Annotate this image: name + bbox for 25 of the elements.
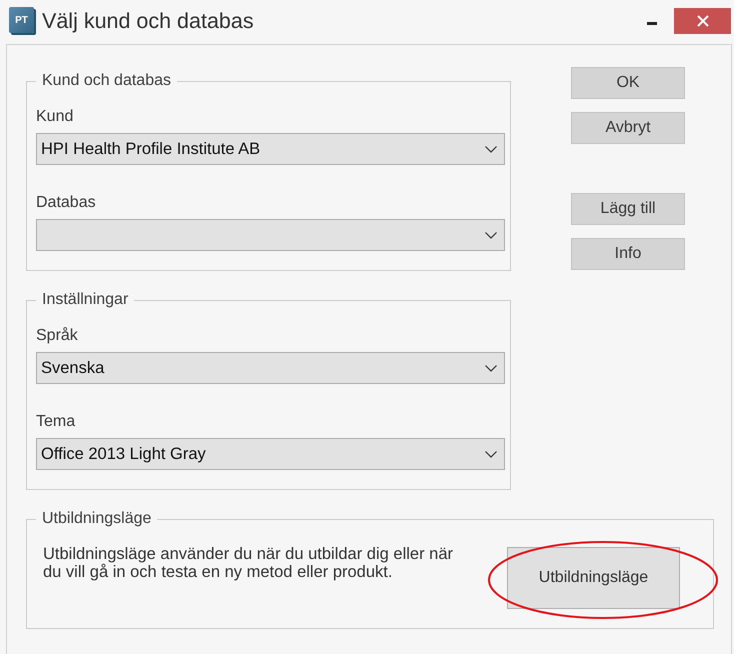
dialog-button[interactable]: Lägg till [571,193,685,225]
chevron-down-icon [485,450,497,458]
dropdown[interactable]: Office 2013 Light Gray [36,438,505,470]
dialog-button[interactable]: Avbryt [571,112,685,144]
chevron-down-icon [485,146,497,152]
app-icon: PT [9,7,34,33]
group-title: Kund och databas [41,71,172,91]
chevron-down-icon [485,232,497,238]
group-title: Inställningar [41,290,130,310]
training-mode-button[interactable]: Utbildningsläge [507,547,680,609]
dialog-button[interactable]: OK [571,67,685,99]
field-label: Språk [36,326,78,346]
dropdown[interactable]: HPI Health Profile Institute AB [36,133,505,165]
window-title: Välj kund och databas [42,8,254,35]
minimize-icon [647,22,657,24]
field-label: Kund [36,107,74,127]
dropdown[interactable]: Svenska [36,352,505,384]
field-label: Databas [36,193,96,213]
chevron-down-icon [485,364,497,372]
group-title: Utbildningsläge [41,509,152,529]
description-text: Utbildningsläge använder du när du utbildar dig eller när du vill gå in och testa en ny metod eller produkt. [43,545,454,581]
field-label: Tema [36,412,76,432]
dialog-button[interactable]: Info [571,238,685,270]
close-button[interactable] [674,8,731,34]
close-icon [696,15,708,27]
